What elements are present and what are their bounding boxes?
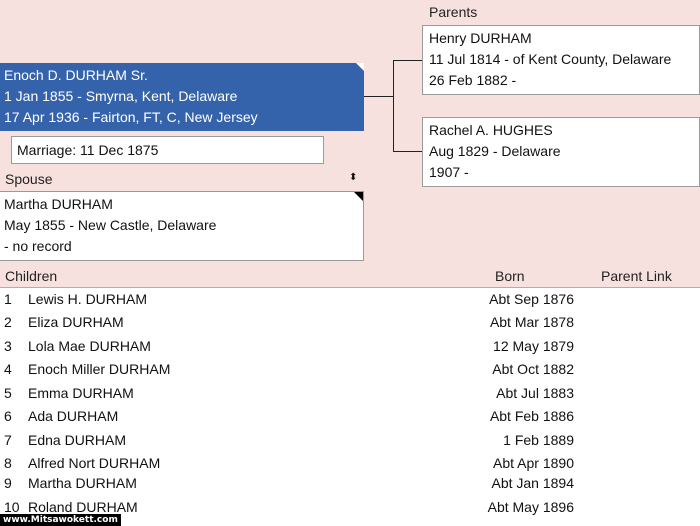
child-row[interactable]: 1 Lewis H. DURHAM Abt Sep 1876 bbox=[0, 288, 700, 311]
child-number: 9 bbox=[4, 475, 12, 491]
child-row[interactable]: 6 Ada DURHAM Abt Feb 1886 bbox=[0, 405, 700, 428]
father-death: 26 Feb 1882 - bbox=[429, 72, 517, 88]
spouse-selector-icon[interactable]: ⬍ bbox=[349, 172, 357, 183]
spouse-name: Martha DURHAM bbox=[4, 196, 113, 212]
born-header[interactable]: Born bbox=[495, 268, 525, 284]
child-row[interactable]: 3 Lola Mae DURHAM 12 May 1879 bbox=[0, 335, 700, 358]
child-name: Lola Mae DURHAM bbox=[28, 338, 151, 354]
father-birth: 11 Jul 1814 - of Kent County, Delaware bbox=[429, 51, 672, 67]
children-header[interactable]: Children bbox=[5, 268, 57, 284]
corner-marker-icon bbox=[356, 63, 364, 71]
child-number: 1 bbox=[4, 291, 12, 307]
child-row[interactable]: 9 Martha DURHAM Abt Jan 1894 bbox=[0, 472, 700, 495]
child-name: Enoch Miller DURHAM bbox=[28, 361, 171, 377]
child-number: 6 bbox=[4, 408, 12, 424]
parents-label: Parents bbox=[429, 4, 478, 20]
child-row[interactable]: 7 Edna DURHAM 1 Feb 1889 bbox=[0, 429, 700, 452]
corner-marker-icon bbox=[354, 192, 363, 201]
child-row[interactable]: 5 Emma DURHAM Abt Jul 1883 bbox=[0, 382, 700, 405]
selected-person-card[interactable]: Enoch D. DURHAM Sr. 1 Jan 1855 - Smyrna,… bbox=[0, 63, 364, 131]
child-number: 7 bbox=[4, 432, 12, 448]
spouse-card[interactable]: Martha DURHAM May 1855 - New Castle, Del… bbox=[0, 191, 364, 261]
child-name: Eliza DURHAM bbox=[28, 314, 124, 330]
connector-line bbox=[393, 60, 394, 152]
child-number: 4 bbox=[4, 361, 12, 377]
spouse-birth: May 1855 - New Castle, Delaware bbox=[4, 217, 217, 233]
mother-birth: Aug 1829 - Delaware bbox=[429, 143, 561, 159]
child-row[interactable]: 4 Enoch Miller DURHAM Abt Oct 1882 bbox=[0, 358, 700, 381]
child-number: 2 bbox=[4, 314, 12, 330]
watermark: www.Mitsawokett.com bbox=[0, 514, 121, 526]
child-born: Abt Jul 1883 bbox=[496, 385, 574, 401]
child-born: Abt Sep 1876 bbox=[489, 291, 574, 307]
child-row[interactable]: 2 Eliza DURHAM Abt Mar 1878 bbox=[0, 311, 700, 334]
child-name: Martha DURHAM bbox=[28, 475, 137, 491]
child-born: Abt Oct 1882 bbox=[492, 361, 574, 377]
father-card[interactable]: Henry DURHAM 11 Jul 1814 - of Kent Count… bbox=[422, 25, 700, 95]
connector-line bbox=[393, 151, 422, 152]
mother-name: Rachel A. HUGHES bbox=[429, 122, 553, 138]
child-born: Abt Mar 1878 bbox=[489, 314, 574, 330]
child-name: Lewis H. DURHAM bbox=[28, 291, 148, 307]
child-born: 12 May 1879 bbox=[493, 338, 574, 354]
spouse-label: Spouse bbox=[5, 171, 53, 187]
child-born: Abt Jan 1894 bbox=[491, 475, 574, 491]
child-born: Abt May 1896 bbox=[487, 499, 574, 515]
marriage-field[interactable]: Marriage: 11 Dec 1875 bbox=[11, 136, 324, 164]
child-name: Emma DURHAM bbox=[28, 385, 134, 401]
child-name: Ada DURHAM bbox=[28, 408, 119, 424]
person-name: Enoch D. DURHAM Sr. bbox=[4, 67, 148, 83]
person-birth: 1 Jan 1855 - Smyrna, Kent, Delaware bbox=[4, 88, 238, 104]
child-born: 1 Feb 1889 bbox=[503, 432, 574, 448]
person-death: 17 Apr 1936 - Fairton, FT, C, New Jersey bbox=[4, 109, 258, 125]
connector-line bbox=[393, 60, 422, 61]
children-list: 1 Lewis H. DURHAM Abt Sep 1876 2 Eliza D… bbox=[0, 288, 700, 526]
connector-line bbox=[364, 96, 394, 97]
parent-link-header[interactable]: Parent Link bbox=[601, 268, 672, 284]
father-name: Henry DURHAM bbox=[429, 30, 532, 46]
mother-card[interactable]: Rachel A. HUGHES Aug 1829 - Delaware 190… bbox=[422, 117, 700, 187]
child-name: Edna DURHAM bbox=[28, 432, 127, 448]
marriage-text: Marriage: 11 Dec 1875 bbox=[17, 142, 159, 158]
child-number: 5 bbox=[4, 385, 12, 401]
spouse-death: - no record bbox=[4, 238, 72, 254]
mother-death: 1907 - bbox=[429, 164, 469, 180]
child-born: Abt Feb 1886 bbox=[489, 408, 574, 424]
child-number: 3 bbox=[4, 338, 12, 354]
